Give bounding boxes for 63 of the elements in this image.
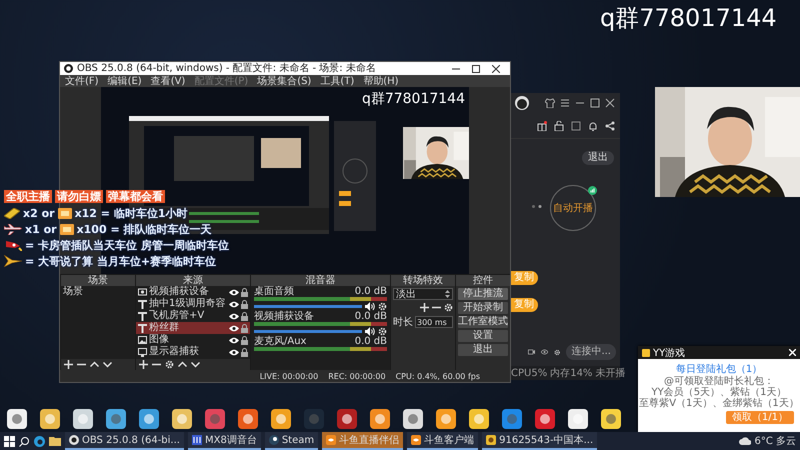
popup-text: YY会员（5天）、紫钻（1天） — [652, 387, 788, 398]
rule-text: = 大哥说了算 当月车位+赛季临时车位 — [25, 254, 216, 268]
dock-title: 场景 — [61, 275, 135, 286]
status-text: CPU5% — [511, 368, 548, 378]
notice-label: 弹幕都会看 — [106, 190, 165, 203]
auto-start-ring[interactable]: 自动开播 — [550, 185, 596, 231]
scene-item[interactable]: 场景 — [61, 286, 135, 298]
notice-label: 全职主播 — [4, 190, 52, 203]
menu-item[interactable]: 查看(V) — [150, 76, 186, 86]
duration-field[interactable]: 300 ms — [415, 316, 453, 328]
control-button[interactable]: 开始录制 — [458, 302, 508, 314]
auto-start-label: 自动开播 — [553, 202, 593, 215]
menu-item[interactable]: 文件(F) — [65, 76, 99, 86]
taskbar-button[interactable]: 斗鱼客户端 — [407, 432, 478, 450]
popup-text: @可领取登陆时长礼包： — [663, 376, 775, 387]
transition-select[interactable]: 淡出 — [393, 288, 453, 300]
dock-title: 转场特效 — [391, 275, 455, 286]
rule-text: = 卡房管插队当天车位 房管一周临时车位 — [25, 238, 229, 252]
status-text: 未开播 — [595, 366, 626, 380]
rule-text: x1 or — [25, 222, 57, 236]
popup-title: YY游戏 — [653, 346, 686, 360]
rec-timer: REC: 00:00:00 — [328, 372, 386, 380]
live-timer: LIVE: 00:00:00 — [260, 372, 318, 380]
notice-label: 请勿白嫖 — [55, 190, 103, 203]
taskbar-button[interactable]: Steam — [264, 432, 318, 450]
menu-item[interactable]: 场景集合(S) — [257, 76, 312, 86]
control-button[interactable]: 退出 — [458, 344, 508, 356]
source-item[interactable]: 粉丝群 — [136, 322, 250, 334]
menu-item[interactable]: 工具(T) — [320, 76, 354, 86]
connect-button[interactable]: 连接中... — [566, 344, 616, 360]
channel-name: 麦克风/Aux — [254, 337, 306, 347]
taskbar-button[interactable]: OBS 25.0.8 (64-bi... — [65, 432, 184, 450]
control-button[interactable]: 工作室模式 — [458, 316, 508, 328]
duration-label: 时长 — [393, 316, 413, 329]
dock-title: 混音器 — [251, 275, 390, 286]
cpu-status: CPU: 0.4%, 60.00 fps — [396, 372, 480, 380]
channel-name: 视频捕获设备 — [254, 312, 314, 322]
stream-caption: q群778017144 — [600, 4, 777, 32]
channel-reading: 0.0 dB — [354, 287, 387, 297]
control-button[interactable]: 设置 — [458, 330, 508, 342]
window-title: OBS 25.0.8 (64-bit, windows) - 配置文件: 未命名 - 场景: 未命名 — [77, 62, 377, 74]
channel-reading: 0.0 dB — [354, 337, 387, 347]
weather-text: 6°C 多云 — [754, 435, 796, 448]
exit-button[interactable]: 退出 — [582, 151, 614, 165]
popup-heading: 每日登陆礼包（1） — [674, 362, 764, 376]
menu-item[interactable]: 帮助(H) — [363, 76, 399, 86]
rule-text: x100 = 排队临时车位一天 — [76, 222, 212, 236]
control-button[interactable]: 停止推流 — [458, 288, 508, 300]
taskbar-button[interactable]: 91625543-中国本... — [482, 432, 598, 450]
source-item[interactable]: 图像 — [136, 334, 250, 346]
rule-text: x12 = 临时车位1小时 — [74, 206, 188, 220]
dock-title: 来源 — [136, 275, 250, 286]
taskbar-button[interactable]: MX8调音台 — [188, 432, 261, 450]
preview-caption: q群778017144 — [362, 90, 465, 108]
status-text: 内存14% — [550, 366, 592, 380]
source-item[interactable]: 飞机房管+V — [136, 310, 250, 322]
dock-title: 控件 — [456, 275, 510, 286]
menu-item[interactable]: 编辑(E) — [108, 76, 142, 86]
popup-text: 至尊紫V（1天）、金绑紫钻（1天） — [638, 398, 800, 409]
source-item[interactable]: 抽中1级调用奇容 — [136, 298, 250, 310]
channel-reading: 0.0 dB — [354, 312, 387, 322]
source-item[interactable]: 显示器捕获 — [136, 346, 250, 358]
rule-text: x2 or — [23, 206, 55, 220]
